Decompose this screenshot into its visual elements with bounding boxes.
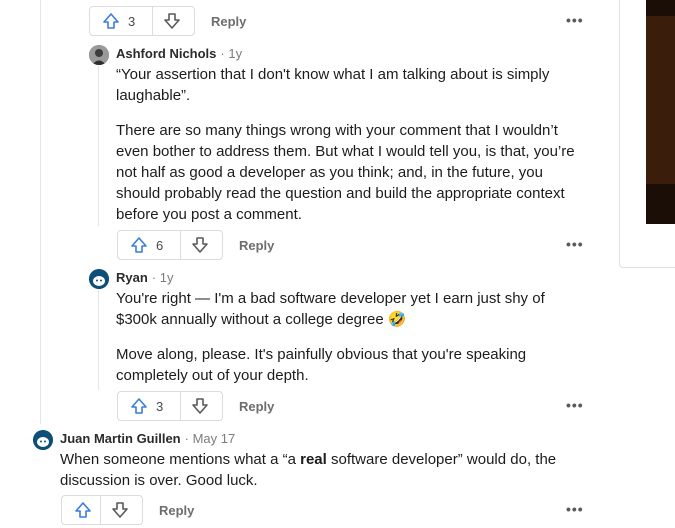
snoo-avatar-icon xyxy=(33,430,53,450)
downvote-arrow-icon xyxy=(192,398,208,414)
more-options-button[interactable]: ••• xyxy=(566,12,584,28)
upvote-arrow-icon xyxy=(103,13,119,29)
downvote-button[interactable] xyxy=(153,7,191,35)
author-name[interactable]: Ashford Nichols xyxy=(116,46,216,61)
comment-header: Juan Martin Guillen · May 17 xyxy=(60,431,235,446)
avatar[interactable] xyxy=(33,430,53,450)
comment-body: You're right — I'm a bad software develo… xyxy=(116,288,586,386)
avatar[interactable] xyxy=(89,45,109,65)
reply-button[interactable]: Reply xyxy=(239,238,274,253)
reply-button[interactable]: Reply xyxy=(239,399,274,414)
reply-button[interactable]: Reply xyxy=(159,503,194,518)
comment-age: · 1y xyxy=(151,270,174,285)
comment-text: When someone mentions what a “a xyxy=(60,451,301,468)
author-name[interactable]: Juan Martin Guillen xyxy=(60,431,181,446)
vote-count: 3 xyxy=(156,398,164,414)
author-name[interactable]: Ryan xyxy=(116,270,148,285)
comment-paragraph: Move along, please. It's painfully obvio… xyxy=(116,346,527,384)
downvote-button[interactable] xyxy=(181,231,219,259)
comment-paragraph: “Your assertion that I don't know what I… xyxy=(116,66,550,104)
comment-text-bold: real xyxy=(300,451,327,468)
downvote-button[interactable] xyxy=(181,392,219,420)
reply-button[interactable]: Reply xyxy=(211,14,246,29)
upvote-arrow-icon xyxy=(131,398,147,414)
downvote-arrow-icon xyxy=(112,502,128,518)
upvote-button[interactable] xyxy=(62,496,100,524)
comment-paragraph: There are so many things wrong with your… xyxy=(116,122,575,223)
downvote-arrow-icon xyxy=(192,237,208,253)
comment-body: “Your assertion that I don't know what I… xyxy=(116,64,586,225)
comment-header: Ashford Nichols · 1y xyxy=(116,46,242,61)
vote-box: 3 xyxy=(89,6,195,36)
comment-paragraph: You're right — I'm a bad software develo… xyxy=(116,290,545,328)
upvote-button[interactable] xyxy=(118,392,152,420)
vote-box: 3 xyxy=(117,391,223,421)
more-options-button[interactable]: ••• xyxy=(566,501,584,517)
more-options-button[interactable]: ••• xyxy=(566,236,584,252)
downvote-arrow-icon xyxy=(164,13,180,29)
snoo-avatar-icon xyxy=(89,269,109,289)
comment-header: Ryan · 1y xyxy=(116,270,173,285)
user-photo-icon xyxy=(89,45,109,65)
comment-age: · May 17 xyxy=(184,431,236,446)
sidebar-image xyxy=(646,0,675,224)
vote-box xyxy=(61,495,143,525)
avatar[interactable] xyxy=(89,269,109,289)
vote-count: 3 xyxy=(128,13,136,29)
thread-line xyxy=(98,290,99,390)
thread-line xyxy=(98,66,99,226)
vote-box: 6 xyxy=(117,230,223,260)
comment-age: · 1y xyxy=(220,46,243,61)
comment-body: When someone mentions what a “a real sof… xyxy=(60,449,590,491)
vote-count: 6 xyxy=(156,237,164,253)
more-options-button[interactable]: ••• xyxy=(566,397,584,413)
upvote-button[interactable] xyxy=(90,7,124,35)
upvote-button[interactable] xyxy=(118,231,152,259)
comment-paragraph: When someone mentions what a “a real sof… xyxy=(60,449,590,491)
downvote-button[interactable] xyxy=(101,496,139,524)
thread-line xyxy=(40,0,41,424)
upvote-arrow-icon xyxy=(75,502,91,518)
upvote-arrow-icon xyxy=(131,237,147,253)
